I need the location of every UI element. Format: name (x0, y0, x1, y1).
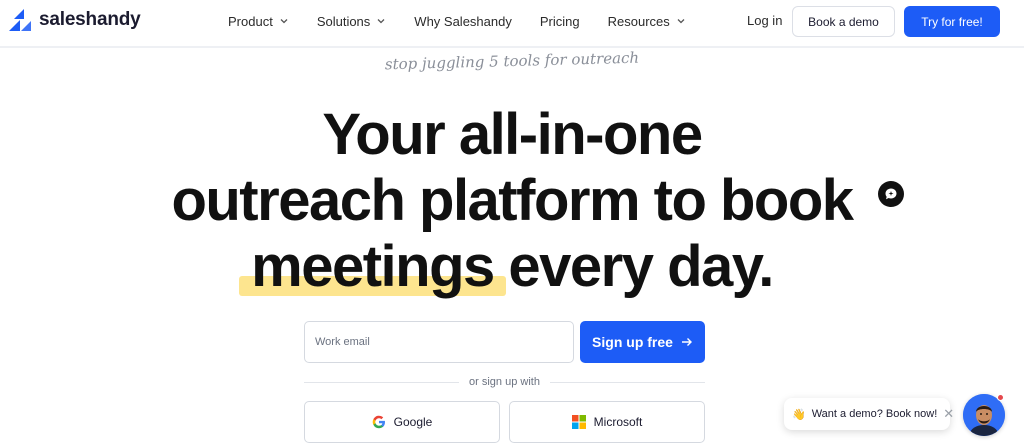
microsoft-icon (571, 415, 586, 429)
chevron-down-icon (280, 19, 288, 24)
nav-item-label: Product (228, 13, 273, 29)
nav-item-pricing[interactable]: Pricing (540, 14, 580, 29)
chevron-down-icon (677, 19, 685, 24)
logo-text: saleshandy (39, 9, 141, 30)
nav-item-solutions[interactable]: Solutions (317, 14, 386, 29)
saleshandy-logo[interactable]: saleshandy (9, 9, 141, 31)
wave-icon: 👋 (792, 408, 806, 421)
work-email-input[interactable] (304, 321, 574, 363)
try-for-free-button[interactable]: Try for free! (904, 6, 1000, 37)
divider-line (549, 381, 705, 383)
notification-dot (997, 394, 1004, 401)
headline-line-2: outreach platform to book (171, 168, 854, 233)
headline-line-3: meetings every day. (0, 234, 1024, 300)
chat-sparkle-icon[interactable] (878, 181, 904, 207)
logo-mark-icon (9, 9, 31, 31)
arrow-right-icon (681, 338, 692, 346)
microsoft-label: Microsoft (593, 415, 643, 429)
hero-headline: Your all-in-one outreach platform to boo… (0, 102, 1024, 300)
main-nav: Product Solutions Why Saleshandy Pricing… (228, 0, 714, 42)
headline-line-1: Your all-in-one (322, 102, 703, 167)
nav-item-label: Why Saleshandy (414, 13, 512, 29)
nav-item-why-saleshandy[interactable]: Why Saleshandy (414, 14, 512, 29)
nav-item-product[interactable]: Product (228, 14, 289, 29)
nav-item-label: Resources (607, 13, 670, 29)
or-divider: or sign up with (304, 374, 705, 390)
nav-item-resources[interactable]: Resources (608, 14, 686, 29)
close-icon[interactable]: ✕ (943, 406, 954, 422)
chevron-down-icon (377, 19, 385, 24)
demo-bubble-text: Want a demo? Book now! (811, 408, 938, 420)
book-demo-button[interactable]: Book a demo (792, 6, 895, 37)
divider-line (304, 381, 460, 383)
google-icon (372, 415, 386, 429)
login-link[interactable]: Log in (747, 13, 782, 28)
nav-item-label: Pricing (539, 13, 580, 29)
nav-item-label: Solutions (316, 13, 371, 29)
headline-highlight: meetings (239, 234, 506, 300)
headline-line-3-rest: every day. (493, 234, 774, 299)
top-nav: saleshandy Product Solutions Why Salesha… (0, 0, 1024, 46)
or-sign-up-with-text: or sign up with (469, 376, 540, 388)
google-signup-button[interactable]: Google (304, 401, 500, 443)
sign-up-free-button[interactable]: Sign up free (580, 321, 705, 363)
sign-up-label: Sign up free (592, 334, 673, 350)
demo-chat-bubble[interactable]: 👋 Want a demo? Book now! ✕ (784, 398, 954, 430)
microsoft-signup-button[interactable]: Microsoft (509, 401, 705, 443)
google-label: Google (393, 415, 433, 429)
